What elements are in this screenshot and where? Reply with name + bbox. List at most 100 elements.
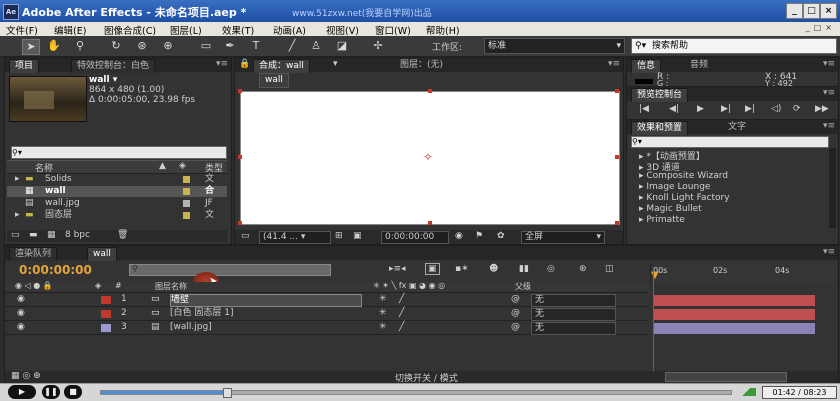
show-snapshot-icon[interactable]: ⚑ <box>475 231 483 241</box>
channel-icon[interactable]: ✿ <box>497 231 505 241</box>
bounding-handle[interactable] <box>615 221 619 225</box>
layer-name[interactable]: 墙壁 <box>170 294 362 307</box>
text-tool-icon[interactable]: T <box>248 39 264 53</box>
effects-list-item[interactable]: ▸ Composite Wizard <box>639 171 728 181</box>
effects-search-input[interactable]: ⚲▾ <box>631 136 829 148</box>
audio-icon[interactable]: ◁) <box>771 104 781 114</box>
draft-3d-icon[interactable]: ▪✶ <box>455 264 469 274</box>
pause-icon[interactable]: ❚❚ <box>42 385 60 399</box>
play-icon[interactable]: ▶ <box>8 385 36 399</box>
column-parent[interactable]: 父级 <box>515 281 531 292</box>
frame-blending-icon[interactable]: ▮▮ <box>519 264 529 274</box>
project-search-input[interactable]: ⚲▾ <box>11 146 227 159</box>
tab-info[interactable]: 信息 <box>631 59 662 73</box>
graph-editor-icon[interactable]: ⊛ <box>579 264 587 274</box>
label-color-swatch[interactable] <box>101 296 111 304</box>
pan-behind-tool-icon[interactable]: ⊕ <box>160 39 176 53</box>
eraser-tool-icon[interactable]: ◪ <box>334 39 350 53</box>
comp-timecode[interactable]: 0:00:00:00 <box>381 231 449 244</box>
live-update-icon[interactable]: ▣ <box>425 263 440 275</box>
panel-menu-icon[interactable]: ▾≡ <box>823 247 835 257</box>
first-frame-icon[interactable]: |◀ <box>639 104 649 114</box>
pen-tool-icon[interactable]: ✒ <box>222 39 238 53</box>
sort-icon[interactable]: ▲ <box>159 161 166 171</box>
layer-row-2[interactable]: ◉ 2 ▭ [白色 固态层 1] ✳ ╱ @ 无 <box>5 307 648 321</box>
safe-zone-icon[interactable]: ▣ <box>353 231 362 241</box>
quality-switch-icon[interactable]: ╱ <box>399 293 404 306</box>
interpret-footage-icon[interactable]: ▭ <box>11 230 20 240</box>
menu-help[interactable]: 帮助(H) <box>426 23 460 37</box>
document-window-controls[interactable]: _□× <box>806 23 836 32</box>
expand-triangle-icon[interactable]: ▸ <box>15 210 20 221</box>
bounding-handle[interactable] <box>615 89 619 93</box>
pick-whip-icon[interactable]: @ <box>511 293 520 306</box>
menu-animation[interactable]: 动画(A) <box>273 23 306 37</box>
seek-knob[interactable] <box>223 388 232 398</box>
tab-timeline-wall[interactable]: wall <box>87 247 117 261</box>
effects-scrollbar[interactable] <box>829 148 836 228</box>
quality-switch-icon[interactable]: ╱ <box>399 307 404 320</box>
bounding-handle[interactable] <box>615 155 619 159</box>
lock-icon[interactable]: 🔒 <box>239 59 250 69</box>
maximize-button[interactable]: □ <box>803 3 820 19</box>
layer-name[interactable]: [wall.jpg] <box>170 322 212 333</box>
effects-list-item[interactable]: ▸ Knoll Light Factory <box>639 193 730 203</box>
close-button[interactable]: × <box>820 3 837 19</box>
tab-preview[interactable]: 预览控制台 <box>631 88 689 102</box>
grid-icon[interactable]: ⊞ <box>335 231 343 241</box>
quality-switch-icon[interactable]: ╱ <box>399 321 404 334</box>
menu-view[interactable]: 视图(V) <box>326 23 359 37</box>
brush-tool-icon[interactable]: ╱ <box>284 39 300 53</box>
rotate-tool-icon[interactable]: ↻ <box>108 39 124 53</box>
layer-duration-bar[interactable] <box>653 309 815 320</box>
next-frame-icon[interactable]: ▶| <box>721 104 731 114</box>
menu-window[interactable]: 窗口(W) <box>375 23 411 37</box>
resolution-select[interactable]: 全屏 ▾ <box>521 231 605 244</box>
label-color-swatch[interactable] <box>101 310 111 318</box>
panel-menu-icon[interactable]: ▾≡ <box>608 59 620 69</box>
camera-tool-icon[interactable]: ⊛ <box>134 39 150 53</box>
seek-bar[interactable] <box>100 388 732 398</box>
snapshot-icon[interactable]: ◉ <box>455 231 463 241</box>
project-row-wall-jpg[interactable]: ▤ wall.jpg JF <box>7 198 227 209</box>
last-frame-icon[interactable]: ▶| <box>745 104 755 114</box>
tab-audio[interactable]: 音频 <box>685 59 713 72</box>
puppet-tool-icon[interactable]: ✢ <box>370 39 386 53</box>
clone-stamp-tool-icon[interactable]: ♙ <box>308 39 324 53</box>
motion-blur-icon[interactable]: ◎ <box>547 264 555 274</box>
visibility-eye-icon[interactable]: ◉ <box>17 321 25 334</box>
visibility-eye-icon[interactable]: ◉ <box>17 307 25 320</box>
tab-effect-controls[interactable]: 特效控制台：白色 <box>71 59 156 73</box>
panel-menu-icon[interactable]: ▾≡ <box>823 88 835 98</box>
menu-effect[interactable]: 效果(T) <box>222 23 254 37</box>
panel-menu-icon[interactable]: ▾≡ <box>216 59 228 69</box>
parent-select[interactable]: 无 <box>531 308 616 321</box>
brainstorm-icon[interactable]: ◫ <box>605 264 614 274</box>
shy-switch-icon[interactable]: ✳ <box>379 321 387 334</box>
zoom-slider[interactable] <box>665 372 787 382</box>
menu-layer[interactable]: 图层(L) <box>170 23 202 37</box>
anchor-point-icon[interactable]: ✧ <box>423 150 433 164</box>
trash-icon[interactable]: 🗑 <box>117 230 128 240</box>
project-row-solids[interactable]: ▸ ▬ Solids 文 <box>7 174 227 185</box>
layer-duration-bar[interactable] <box>653 323 815 334</box>
minimize-button[interactable]: _ <box>786 3 803 19</box>
menu-file[interactable]: 文件(F) <box>6 23 38 37</box>
effects-list-item[interactable]: ▸ Image Lounge <box>639 182 710 192</box>
project-row-wall[interactable]: ▦ wall 合 <box>7 186 227 197</box>
tab-layer[interactable]: 图层：(无) <box>395 59 448 72</box>
chevron-down-icon[interactable]: ▾ <box>333 59 338 69</box>
loop-icon[interactable]: ⟳ <box>793 104 801 114</box>
bpc-label[interactable]: 8 bpc <box>65 230 90 240</box>
layer-row-1[interactable]: ◉ 1 ▭ 墙壁 ✳ ╱ @ 无 <box>5 293 648 307</box>
bounding-handle[interactable] <box>428 89 432 93</box>
tab-character[interactable]: 文字 <box>723 121 751 134</box>
parent-select[interactable]: 无 <box>531 294 616 307</box>
shy-switch-icon[interactable]: ✳ <box>379 293 387 306</box>
pick-whip-icon[interactable]: @ <box>511 321 520 334</box>
playhead-line[interactable] <box>653 268 654 373</box>
always-preview-icon[interactable]: ▭ <box>241 231 250 241</box>
tab-effects-presets[interactable]: 效果和预置 <box>631 121 689 135</box>
timeline-current-time[interactable]: 0:00:00:00 <box>19 263 92 277</box>
comp-breadcrumb-wall[interactable]: wall <box>259 73 289 88</box>
